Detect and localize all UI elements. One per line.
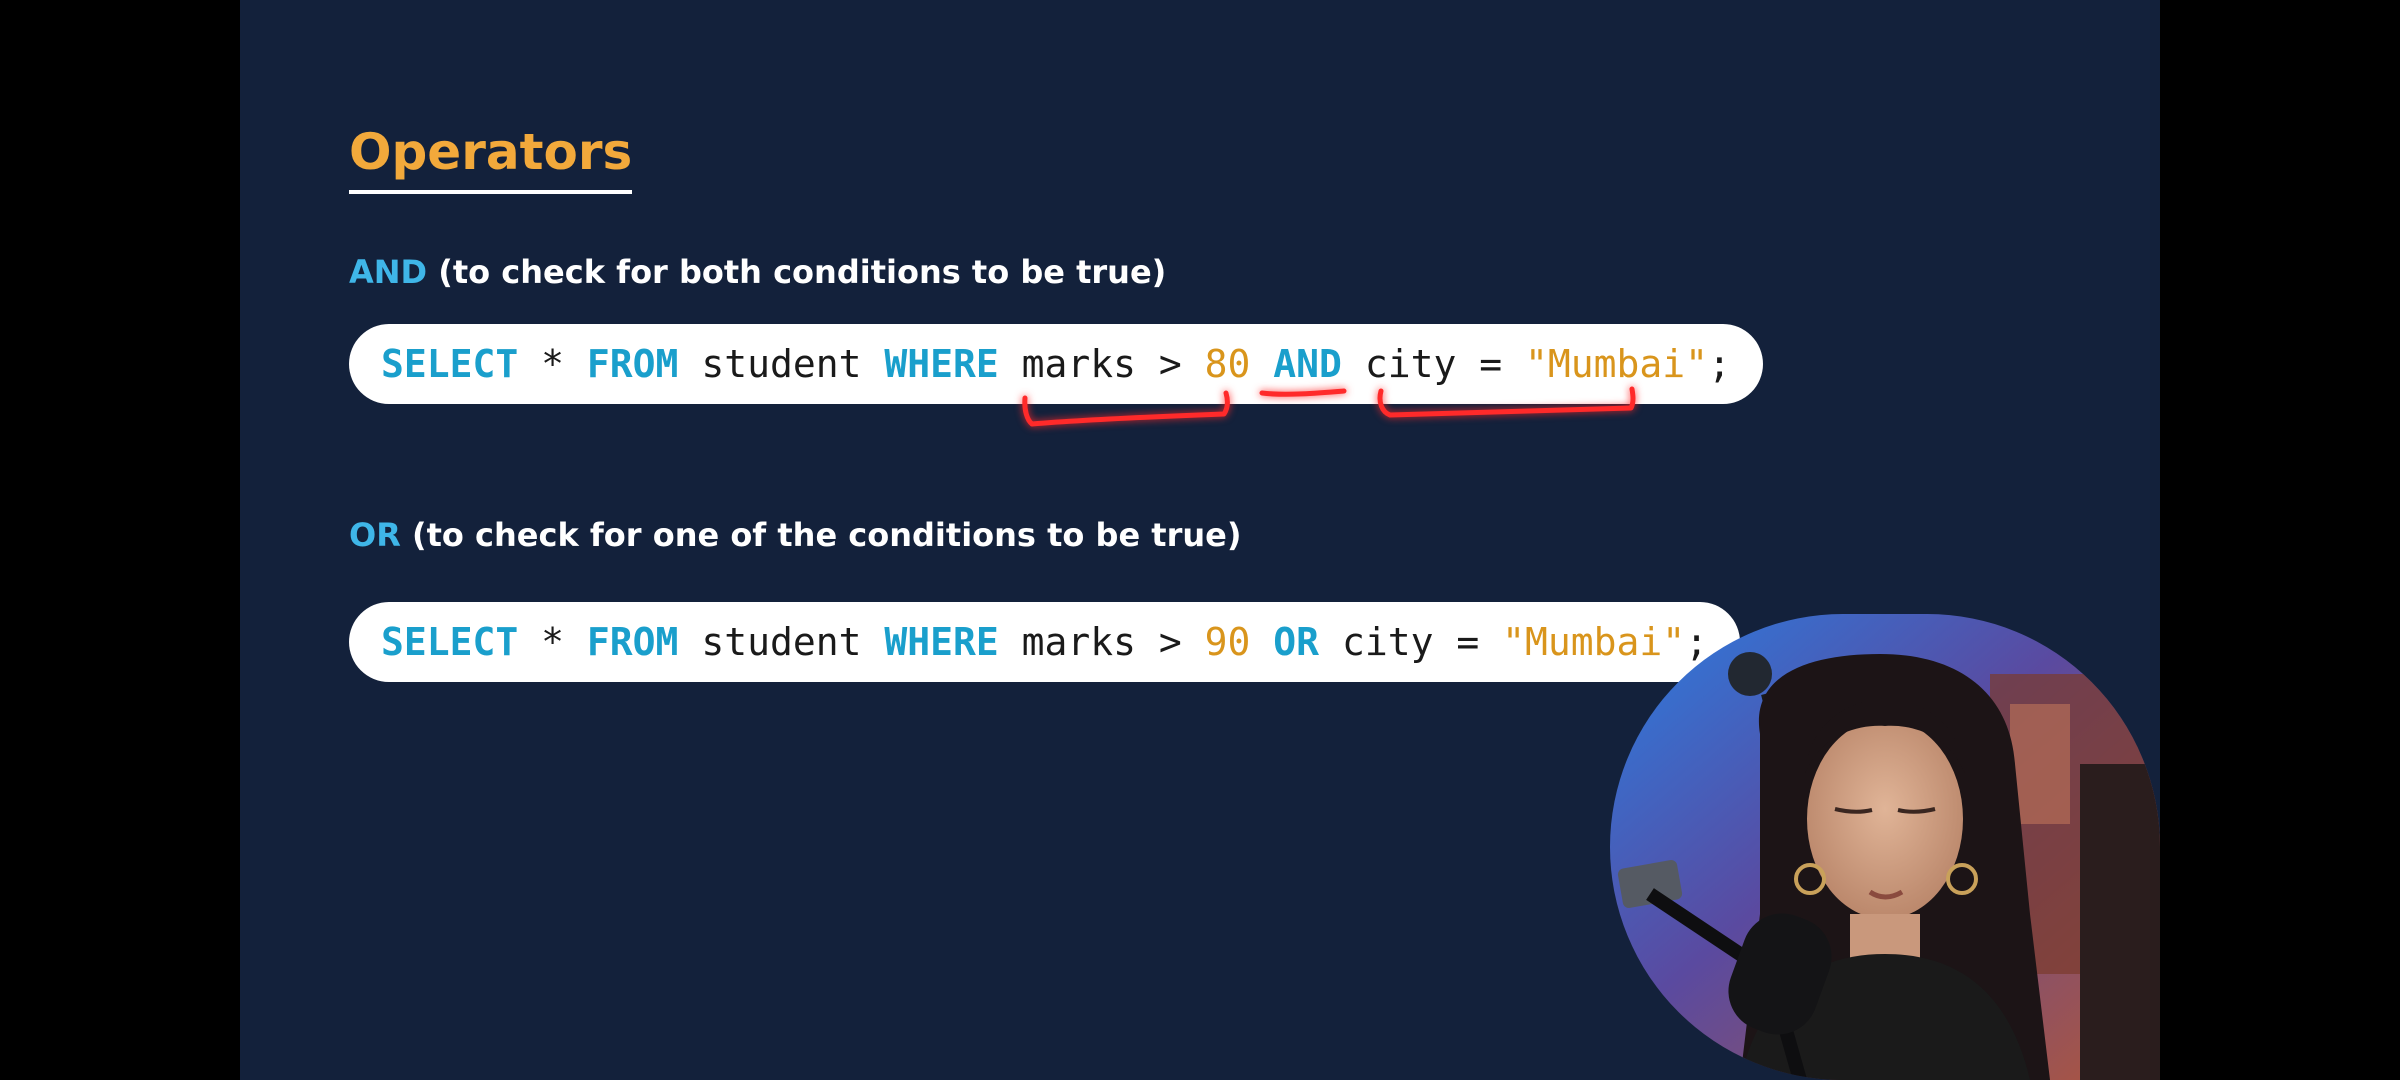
or-keyword: OR	[349, 516, 401, 554]
sql-from-keyword: FROM	[586, 342, 679, 386]
sql-select-keyword: SELECT	[381, 342, 519, 386]
video-frame: Operators AND (to check for both conditi…	[0, 0, 2400, 1080]
sql-condition-city: city =	[1341, 342, 1525, 386]
and-query-code: SELECT * FROM student WHERE marks > 80 A…	[349, 324, 1763, 404]
and-keyword: AND	[349, 253, 428, 291]
sql-from-keyword: FROM	[586, 620, 679, 664]
sql-table-name: student	[678, 342, 885, 386]
sql-semicolon: ;	[1708, 342, 1731, 386]
sql-where-keyword: WHERE	[884, 342, 999, 386]
or-query-code: SELECT * FROM student WHERE marks > 90 O…	[349, 602, 1741, 682]
sql-space	[1250, 342, 1273, 386]
sql-condition-marks: marks >	[998, 620, 1205, 664]
sql-and-operator: AND	[1273, 342, 1342, 386]
slide-title: Operators	[349, 120, 633, 194]
and-heading: AND (to check for both conditions to be …	[349, 250, 1166, 294]
sql-table-name: student	[678, 620, 885, 664]
slide: Operators AND (to check for both conditi…	[240, 0, 2160, 1080]
sql-value-marks: 90	[1204, 620, 1251, 664]
sql-select-keyword: SELECT	[381, 620, 519, 664]
sql-value-marks: 80	[1204, 342, 1251, 386]
sql-star: *	[518, 620, 587, 664]
sql-star: *	[518, 342, 587, 386]
sql-condition-city: city =	[1319, 620, 1503, 664]
or-heading: OR (to check for one of the conditions t…	[349, 513, 1241, 557]
sql-value-city: "Mumbai"	[1502, 620, 1686, 664]
sql-condition-marks: marks >	[998, 342, 1205, 386]
sql-where-keyword: WHERE	[884, 620, 999, 664]
and-description: (to check for both conditions to be true…	[427, 253, 1167, 291]
sql-value-city: "Mumbai"	[1524, 342, 1708, 386]
sql-or-operator: OR	[1273, 620, 1320, 664]
sql-semicolon: ;	[1685, 620, 1709, 664]
presenter-webcam-overlay	[1610, 614, 2160, 1080]
or-description: (to check for one of the conditions to b…	[400, 516, 1242, 554]
sql-space	[1250, 620, 1273, 664]
